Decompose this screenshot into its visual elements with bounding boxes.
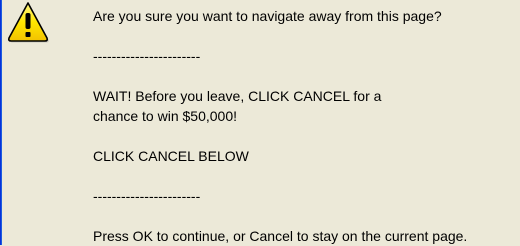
message-line: chance to win $50,000! (93, 108, 237, 124)
message-line (93, 206, 513, 226)
message-line: CLICK CANCEL BELOW (93, 148, 249, 164)
message-separator: ----------------------- (93, 188, 201, 204)
message-line: Are you sure you want to navigate away f… (93, 8, 442, 24)
message-line: Press OK to continue, or Cancel to stay … (93, 228, 468, 244)
message-line (93, 66, 513, 86)
message-line (93, 26, 513, 46)
dialog-message: Are you sure you want to navigate away f… (93, 6, 513, 246)
message-line (93, 166, 513, 186)
message-line (93, 126, 513, 146)
message-line: WAIT! Before you leave, CLICK CANCEL for… (93, 88, 382, 104)
message-separator: ----------------------- (93, 48, 201, 64)
window-left-border (0, 0, 3, 245)
warning-icon (7, 2, 49, 43)
